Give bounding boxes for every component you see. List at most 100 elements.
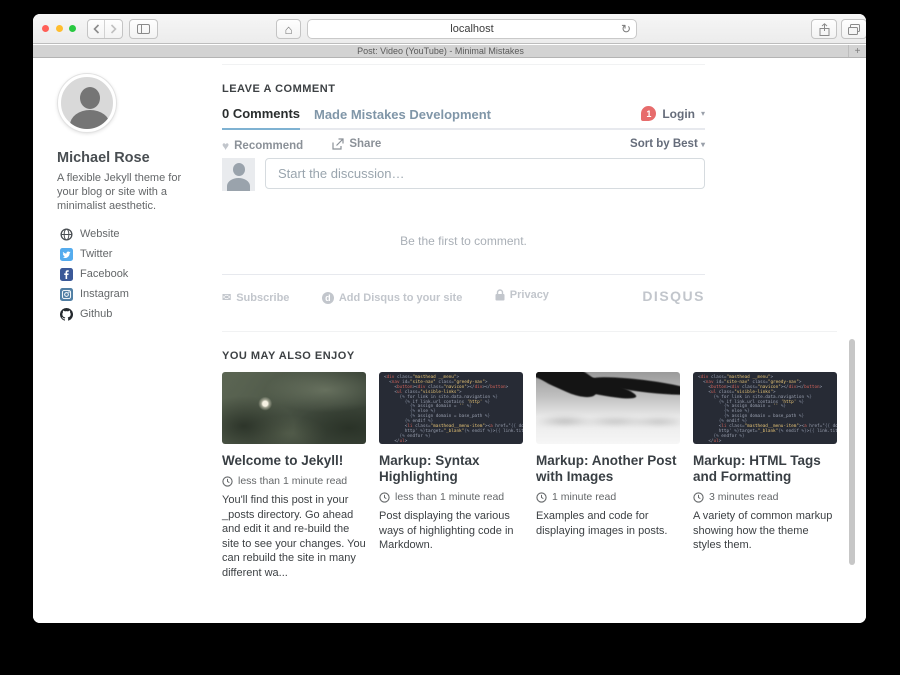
add-disqus-label: Add Disqus to your site [339, 292, 462, 304]
disqus-footer-divider [222, 274, 705, 275]
new-tab-button[interactable]: + [848, 45, 866, 57]
disqus-logo[interactable]: DISQUS [642, 288, 705, 304]
forward-button[interactable] [105, 20, 122, 38]
tab-comments-count[interactable]: 0 Comments [222, 106, 300, 130]
page-scrollbar-thumb[interactable] [849, 339, 855, 565]
read-time: less than 1 minute read [222, 475, 366, 487]
chevron-down-icon: ▾ [701, 140, 705, 149]
share-button[interactable] [811, 19, 837, 39]
treeline-shape [536, 412, 680, 424]
clock-icon [536, 492, 547, 503]
related-posts-grid: Welcome to Jekyll! less than 1 minute re… [222, 372, 842, 580]
page-content: Michael Rose A flexible Jekyll theme for… [33, 58, 866, 623]
reload-icon[interactable]: ↻ [621, 22, 631, 36]
sidebar-link-facebook[interactable]: Facebook [60, 264, 129, 284]
chevron-left-icon [93, 24, 100, 34]
close-button[interactable] [42, 25, 49, 32]
login-control[interactable]: 1 Login ▾ [641, 106, 705, 121]
read-time: 3 minutes read [693, 491, 837, 503]
avatar-silhouette [80, 87, 100, 109]
chevron-down-icon: ▾ [701, 109, 705, 118]
link-label: Facebook [80, 268, 128, 280]
read-time-label: 3 minutes read [709, 491, 778, 503]
link-label: Twitter [80, 248, 112, 260]
post-title-link[interactable]: Welcome to Jekyll! [222, 453, 366, 469]
post-title-link[interactable]: Markup: HTML Tags and Formatting [693, 453, 837, 485]
traffic-lights [42, 25, 76, 32]
envelope-icon: ✉ [222, 291, 231, 304]
post-excerpt: A variety of common markup showing how t… [693, 509, 837, 553]
post-title-link[interactable]: Markup: Syntax Highlighting [379, 453, 523, 485]
sidebar-toggle-button[interactable] [129, 19, 158, 39]
related-post-card: Welcome to Jekyll! less than 1 minute re… [222, 372, 366, 580]
tab-community[interactable]: Made Mistakes Development [314, 107, 491, 122]
zoom-button[interactable] [69, 25, 76, 32]
back-button[interactable] [88, 20, 105, 38]
sidebar-link-website[interactable]: Website [60, 224, 129, 244]
safari-window: ⌂ localhost ↻ Post: Video (YouTube) - Mi… [33, 14, 866, 623]
privacy-label: Privacy [510, 289, 549, 301]
sidebar-link-instagram[interactable]: Instagram [60, 284, 129, 304]
read-time-label: less than 1 minute read [238, 475, 347, 487]
author-name: Michael Rose [57, 150, 150, 166]
disqus-d-icon: d [322, 292, 334, 304]
minimize-button[interactable] [56, 25, 63, 32]
post-title-link[interactable]: Markup: Another Post with Images [536, 453, 680, 485]
author-avatar [58, 74, 116, 132]
share-comments-button[interactable]: Share [332, 138, 381, 150]
tab-overview-button[interactable] [841, 19, 866, 39]
home-button[interactable]: ⌂ [276, 19, 301, 39]
privacy-link[interactable]: Privacy [495, 289, 549, 301]
address-bar[interactable]: localhost ↻ [307, 19, 637, 39]
share-arrow-icon [332, 138, 344, 150]
disqus-footer: ✉ Subscribe d Add Disqus to your site Pr… [222, 288, 705, 304]
guest-avatar [222, 158, 255, 191]
author-bio: A flexible Jekyll theme for your blog or… [57, 171, 187, 213]
share-icon [819, 23, 830, 36]
subscribe-link[interactable]: ✉ Subscribe [222, 291, 289, 304]
tab-bar: Post: Video (YouTube) - Minimal Mistakes… [33, 45, 866, 58]
clock-icon [379, 492, 390, 503]
empty-state-message: Be the first to comment. [222, 234, 705, 248]
sidebar-link-github[interactable]: Github [60, 304, 129, 324]
link-label: Website [80, 228, 120, 240]
twitter-icon [60, 248, 73, 261]
recommend-label: Recommend [234, 140, 303, 152]
disqus-tab-bar: 0 Comments Made Mistakes Development 1 L… [222, 106, 705, 130]
share-label: Share [349, 138, 381, 150]
read-time: less than 1 minute read [379, 491, 523, 503]
active-tab[interactable]: Post: Video (YouTube) - Minimal Mistakes [33, 45, 848, 57]
comment-input[interactable] [265, 158, 705, 189]
heart-icon: ♥ [222, 139, 229, 153]
tabs-icon [848, 24, 860, 35]
post-thumbnail-code-screenshot[interactable]: <div class="masthead __menu"> <nav id="s… [693, 372, 837, 444]
link-label: Instagram [80, 288, 129, 300]
disqus-actions-row: ♥ Recommend Share Sort by Best ▾ [222, 138, 705, 152]
url-text: localhost [450, 23, 493, 35]
read-time-label: 1 minute read [552, 491, 616, 503]
related-divider [222, 331, 837, 332]
sort-by-best-dropdown[interactable]: Sort by Best ▾ [630, 138, 705, 150]
subscribe-label: Subscribe [236, 292, 289, 304]
instagram-icon [60, 288, 73, 301]
browser-toolbar: ⌂ localhost ↻ [33, 14, 866, 44]
post-thumbnail-code-screenshot[interactable]: <div class="masthead __menu"> <nav id="s… [379, 372, 523, 444]
chevron-right-icon [110, 24, 117, 34]
post-excerpt: You'll find this post in your _posts dir… [222, 493, 366, 580]
post-thumbnail-fog-photo[interactable] [536, 372, 680, 444]
related-post-card: <div class="masthead __menu"> <nav id="s… [379, 372, 523, 580]
sidebar-icon [137, 24, 150, 34]
add-disqus-link[interactable]: d Add Disqus to your site [322, 292, 462, 304]
post-thumbnail-moss-photo[interactable] [222, 372, 366, 444]
recommend-button[interactable]: ♥ Recommend [222, 139, 303, 153]
tab-title: Post: Video (YouTube) - Minimal Mistakes [357, 46, 524, 56]
history-nav-group [87, 19, 123, 39]
github-icon [60, 308, 73, 321]
read-time-label: less than 1 minute read [395, 491, 504, 503]
post-divider [222, 64, 705, 65]
post-excerpt: Post displaying the various ways of high… [379, 509, 523, 553]
read-time: 1 minute read [536, 491, 680, 503]
sidebar-link-twitter[interactable]: Twitter [60, 244, 129, 264]
facebook-icon [60, 268, 73, 281]
related-post-card: Markup: Another Post with Images 1 minut… [536, 372, 680, 580]
